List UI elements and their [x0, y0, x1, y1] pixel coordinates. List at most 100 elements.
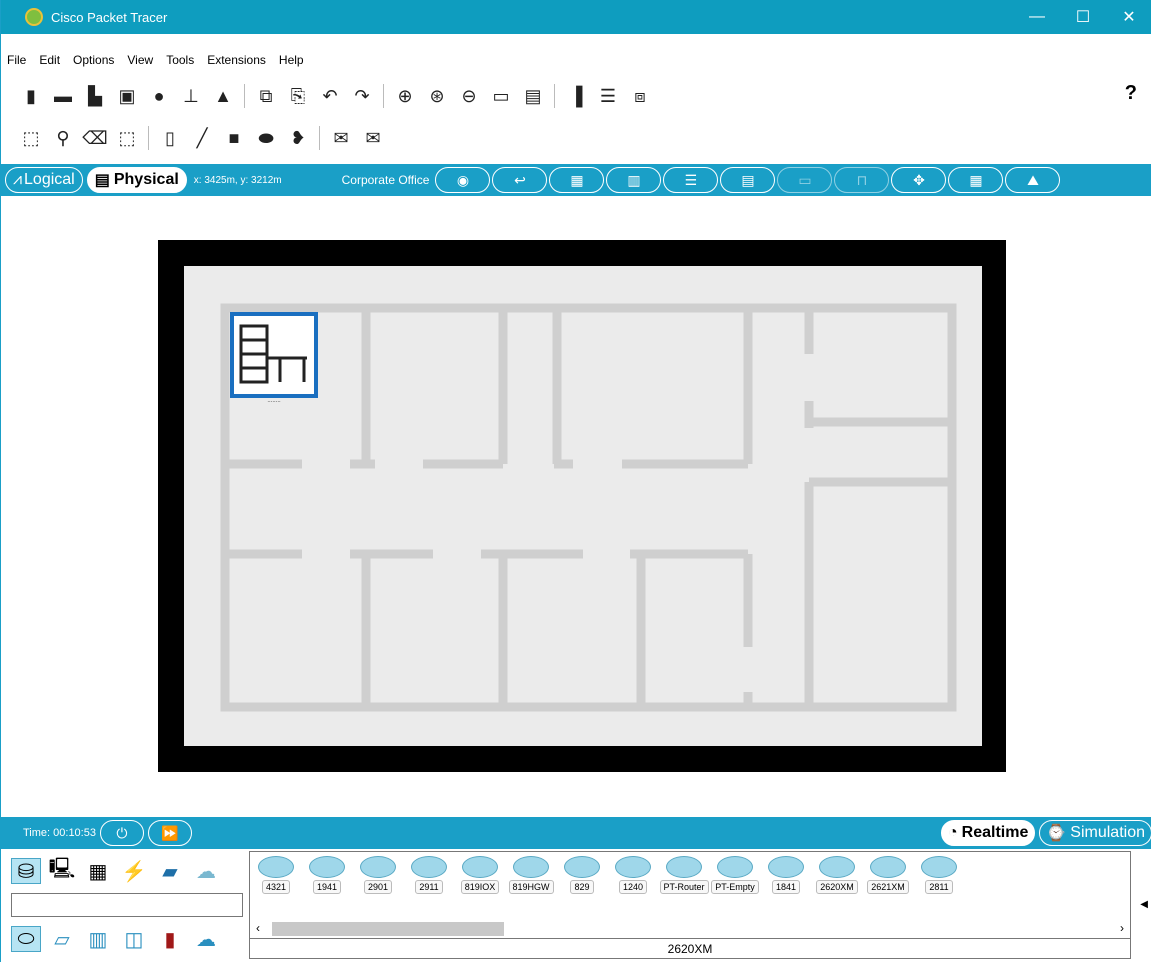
new-building-button[interactable]: ▥: [606, 167, 662, 193]
physical-tab-label: Physical: [113, 171, 179, 188]
device-label: 1240: [618, 880, 648, 894]
new-desk-button[interactable]: ⊓: [834, 167, 890, 193]
wiring-closet-icon[interactable]: [230, 312, 318, 398]
new-table-button[interactable]: ▭: [777, 167, 833, 193]
delete-icon[interactable]: ⌫: [82, 127, 107, 149]
wan-emulation-subcategory-icon[interactable]: ☁: [191, 926, 221, 952]
draw-ellipse-icon[interactable]: ⬬: [255, 127, 277, 149]
scroll-right-icon[interactable]: ›: [1114, 921, 1130, 935]
device-label: 2811: [925, 880, 953, 894]
wireless-subcategory-icon[interactable]: ◫: [119, 926, 149, 952]
physical-workspace-canvas[interactable]: ........: [1, 196, 1151, 816]
device-item-2621xm[interactable]: 2621XM: [866, 856, 910, 916]
components-category-icon[interactable]: ▦: [83, 858, 113, 884]
device-item-829[interactable]: 829: [560, 856, 604, 916]
device-item-pt-router[interactable]: PT-Router: [659, 856, 709, 916]
toolbar-divider: [148, 126, 149, 150]
custom-device-icon[interactable]: ▤: [522, 85, 544, 107]
simulation-mode-button[interactable]: ⌚ Simulation: [1039, 820, 1151, 846]
resize-shape-icon[interactable]: ⬚: [116, 127, 138, 149]
miscellaneous-category-icon[interactable]: ▰: [155, 858, 185, 884]
back-button[interactable]: ↩: [492, 167, 548, 193]
add-simple-pdu-icon[interactable]: ✉: [330, 127, 352, 149]
new-rack-button[interactable]: ▤: [720, 167, 776, 193]
grid-view-button[interactable]: ▦: [948, 167, 1004, 193]
device-item-819iox[interactable]: 819IOX: [458, 856, 502, 916]
device-label: 819IOX: [460, 880, 500, 894]
draw-line-icon[interactable]: ╱: [191, 127, 213, 149]
device-item-1941[interactable]: 1941: [305, 856, 349, 916]
copy-icon[interactable]: ⧉: [255, 85, 277, 107]
device-item-819hgw[interactable]: 819HGW: [508, 856, 554, 916]
device-list-scrollbar[interactable]: ‹ ›: [250, 920, 1130, 936]
device-item-2620xm[interactable]: 2620XM: [815, 856, 859, 916]
scroll-left-icon[interactable]: ‹: [250, 921, 266, 935]
menu-tools[interactable]: Tools: [166, 53, 194, 67]
connections-category-icon[interactable]: ⚡: [119, 858, 149, 884]
place-note-icon[interactable]: ▯: [159, 127, 181, 149]
realtime-mode-label: Realtime: [961, 824, 1029, 841]
device-item-4321[interactable]: 4321: [254, 856, 298, 916]
routers-subcategory-icon[interactable]: ⬭: [11, 926, 41, 952]
add-complex-pdu-icon[interactable]: ✉: [362, 127, 384, 149]
menu-help[interactable]: Help: [279, 53, 304, 67]
minimize-button[interactable]: —: [1014, 0, 1060, 34]
new-city-button[interactable]: ▦: [549, 167, 605, 193]
undo-icon[interactable]: ↶: [319, 85, 341, 107]
menu-extensions[interactable]: Extensions: [207, 53, 266, 67]
select-icon[interactable]: ⬚: [20, 127, 42, 149]
realtime-mode-button[interactable]: ◔ Realtime: [941, 820, 1036, 846]
fast-forward-time-button[interactable]: ⏩: [147, 820, 192, 846]
device-item-2901[interactable]: 2901: [356, 856, 400, 916]
device-item-pt-empty[interactable]: PT-Empty: [711, 856, 759, 916]
security-subcategory-icon[interactable]: ▮: [155, 926, 185, 952]
network-info-icon[interactable]: ▲: [212, 85, 234, 107]
device-item-1240[interactable]: 1240: [611, 856, 655, 916]
draw-rectangle-icon[interactable]: ■: [223, 127, 245, 149]
hubs-subcategory-icon[interactable]: ▥: [83, 926, 113, 952]
collapse-panel-icon[interactable]: ◀: [1140, 899, 1148, 910]
cloud-window-icon[interactable]: ⧈: [629, 85, 651, 107]
menu-edit[interactable]: Edit: [39, 53, 60, 67]
help-icon[interactable]: ?: [1125, 82, 1137, 105]
save-icon[interactable]: ▙: [84, 85, 106, 107]
zoom-in-icon[interactable]: ⊕: [394, 85, 416, 107]
physical-tab[interactable]: ▤ Physical: [86, 167, 187, 193]
drawing-palette-icon[interactable]: ▭: [490, 85, 512, 107]
menu-options[interactable]: Options: [73, 53, 114, 67]
viewport-icon[interactable]: ▐: [565, 85, 587, 107]
logical-tab[interactable]: ⩘ Logical: [5, 167, 83, 193]
redo-icon[interactable]: ↷: [351, 85, 373, 107]
router-icon: [309, 856, 345, 878]
close-button[interactable]: ✕: [1106, 0, 1151, 34]
navigation-panel-button[interactable]: ◉: [435, 167, 491, 193]
activity-wizard-icon[interactable]: ⊥: [180, 85, 202, 107]
device-item-2911[interactable]: 2911: [407, 856, 451, 916]
info-icon[interactable]: ●: [148, 85, 170, 107]
move-object-button[interactable]: ✥: [891, 167, 947, 193]
zoom-out-icon[interactable]: ⊖: [458, 85, 480, 107]
new-closet-button[interactable]: ☰: [663, 167, 719, 193]
maximize-button[interactable]: ☐: [1060, 0, 1106, 34]
new-file-icon[interactable]: ▮: [20, 85, 42, 107]
set-background-button[interactable]: ⛰: [1005, 167, 1061, 193]
menu-file[interactable]: File: [7, 53, 26, 67]
menu-view[interactable]: View: [127, 53, 153, 67]
inspect-icon[interactable]: ⚲: [52, 127, 74, 149]
server-icon[interactable]: ☰: [597, 85, 619, 107]
zoom-reset-icon[interactable]: ⊛: [426, 85, 448, 107]
router-icon: [666, 856, 702, 878]
network-devices-category-icon[interactable]: ⛁: [11, 858, 41, 884]
print-icon[interactable]: ▣: [116, 85, 138, 107]
freeform-icon[interactable]: ❥: [287, 127, 309, 149]
end-devices-category-icon[interactable]: 🖳: [47, 858, 77, 884]
main-toolbar: ▮ ▬ ▙ ▣ ● ⊥ ▲ ⧉ ⎘ ↶ ↷ ⊕ ⊛ ⊖ ▭ ▤ ▐ ☰ ⧈: [1, 78, 1151, 114]
multiuser-category-icon[interactable]: ☁: [191, 858, 221, 884]
scrollbar-thumb[interactable]: [272, 922, 504, 936]
device-item-2811[interactable]: 2811: [917, 856, 961, 916]
open-folder-icon[interactable]: ▬: [52, 85, 74, 107]
device-item-1841[interactable]: 1841: [764, 856, 808, 916]
power-cycle-devices-button[interactable]: ⏻: [99, 820, 144, 846]
paste-icon[interactable]: ⎘: [287, 85, 309, 107]
switches-subcategory-icon[interactable]: ▱: [47, 926, 77, 952]
